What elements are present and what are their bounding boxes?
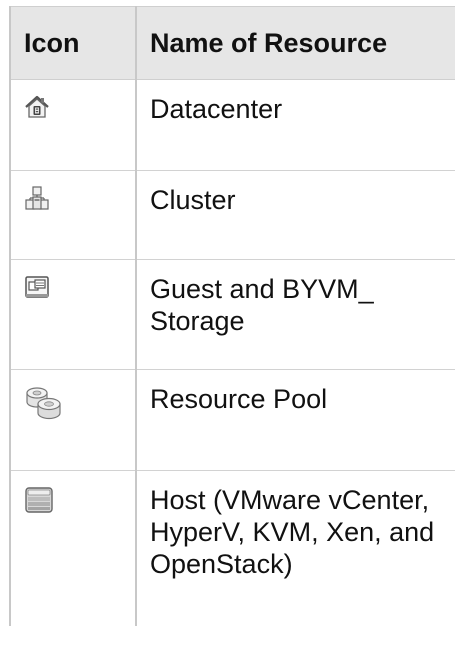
host-icon: [25, 487, 53, 513]
table-row: Host (VMware vCenter, HyperV, KVM, Xen, …: [9, 470, 455, 626]
icon-cell: [9, 79, 136, 171]
resource-icon-table: Icon Name of Resource Datacenter Cluster…: [9, 6, 455, 626]
table-row: Resource Pool: [9, 369, 455, 471]
icon-cell: [9, 369, 136, 471]
table-row: Cluster: [9, 170, 455, 260]
table-body: Datacenter Cluster Guest and BYVM_ Stora…: [9, 79, 455, 626]
header-row: Icon Name of Resource: [9, 6, 455, 80]
table-row: Guest and BYVM_ Storage: [9, 259, 455, 370]
resource-pool-icon: [26, 387, 61, 420]
icon-cell: [9, 170, 136, 260]
icon-column-header: Icon: [9, 6, 136, 80]
resource-name: Datacenter: [135, 79, 455, 171]
icon-cell: [9, 470, 136, 626]
resource-name: Guest and BYVM_ Storage: [135, 259, 455, 370]
resource-name: Resource Pool: [135, 369, 455, 471]
datacenter-icon: [25, 95, 49, 118]
table-header: Icon Name of Resource: [9, 6, 455, 80]
guest-icon: [25, 276, 49, 298]
cluster-icon: [25, 186, 49, 210]
table-row: Datacenter: [9, 79, 455, 171]
resource-name: Cluster: [135, 170, 455, 260]
icon-cell: [9, 259, 136, 370]
name-column-header: Name of Resource: [135, 6, 455, 80]
resource-name: Host (VMware vCenter, HyperV, KVM, Xen, …: [135, 470, 455, 626]
